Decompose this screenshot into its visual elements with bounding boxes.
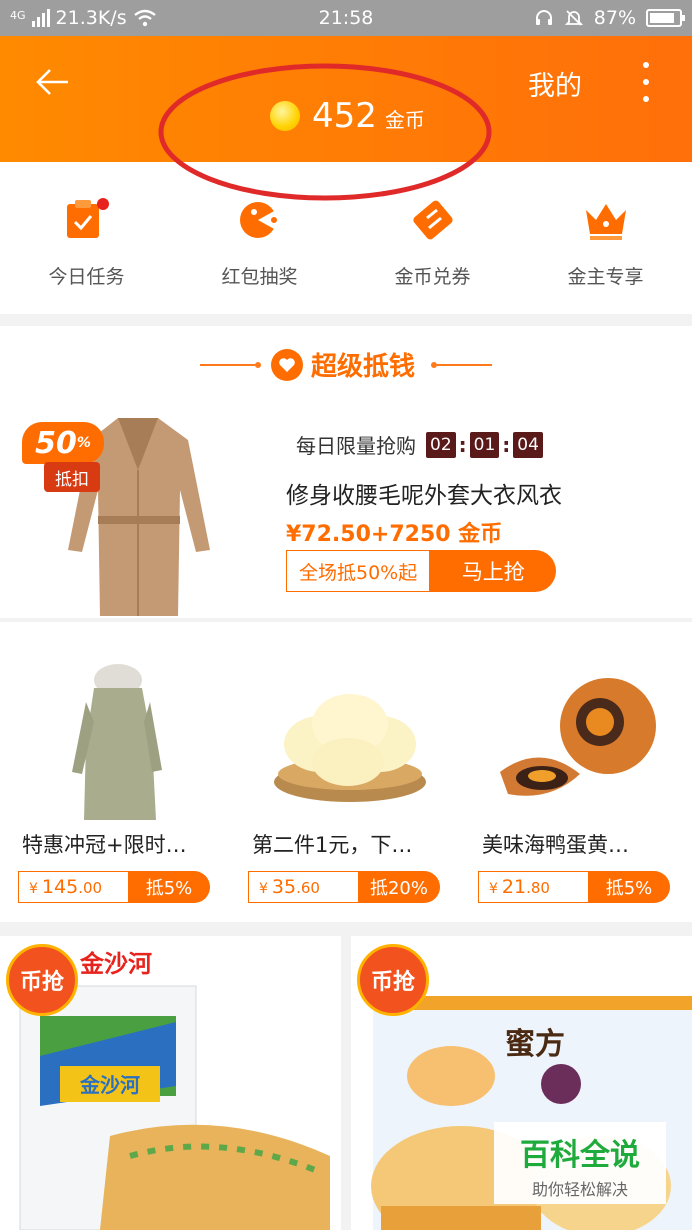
battery-icon [646, 9, 685, 27]
super-deal-header: 超级抵钱 [0, 346, 692, 383]
product-price-button[interactable]: ¥ 35 .60 抵20% [248, 871, 440, 903]
cake-brand-text: 蜜方 [505, 1027, 565, 1061]
action-red-packet-lottery[interactable]: 红包抽奖 [173, 162, 346, 314]
price-int: 145 [41, 876, 79, 898]
product-price-button[interactable]: ¥ 145 .00 抵5% [18, 871, 210, 903]
currency: ¥ [29, 881, 38, 897]
product-discount: 抵20% [358, 871, 440, 903]
status-bar: 4G 21.3K/s 21:58 87% [0, 0, 692, 36]
steamed-buns-image [274, 694, 426, 802]
flour-product-card[interactable]: 金沙河 金沙河 币抢 [0, 936, 341, 1230]
battery-fill [650, 13, 674, 23]
coin-grab-badge: 币抢 [6, 944, 78, 1016]
action-vip-exclusive[interactable]: 金主专享 [519, 162, 692, 314]
product-price: ¥ 21 .80 [478, 871, 588, 903]
buy-now-button[interactable]: 马上抢 [430, 550, 557, 592]
product-price-button[interactable]: ¥ 21 .80 抵5% [478, 871, 670, 903]
price-int: 35 [271, 876, 297, 898]
action-label: 今日任务 [48, 266, 125, 288]
product-card[interactable]: 特惠冲冠+限时… ¥ 145 .00 抵5% [0, 622, 230, 922]
currency: ¥ [489, 881, 498, 897]
decor-line [199, 363, 255, 366]
countdown-seconds: 04 [513, 431, 543, 458]
product-name: 第二件1元，下… [252, 833, 413, 857]
coin-balance: 452 金币 [270, 96, 425, 136]
product-name: 特惠冲冠+限时… [22, 833, 187, 857]
action-daily-task[interactable]: 今日任务 [0, 162, 173, 314]
coin-unit: 金币 [384, 108, 425, 132]
action-label: 金主专享 [567, 266, 644, 288]
price-dec: .00 [78, 879, 103, 897]
back-arrow-icon[interactable] [34, 66, 74, 98]
lottery-icon [239, 202, 277, 238]
product-row: 特惠冲冠+限时… ¥ 145 .00 抵5% 第二件1元，下… ¥ 35 .60… [0, 622, 692, 922]
watermark: 百科全说 助你轻松解决 [494, 1122, 666, 1204]
daily-label: 每日限量抢购 [296, 434, 416, 458]
product-price: ¥ 145 .00 [18, 871, 128, 903]
product-card[interactable]: 美味海鸭蛋黄… ¥ 21 .80 抵5% [460, 622, 690, 922]
action-label: 红包抽奖 [221, 266, 298, 288]
green-coat-image [72, 664, 162, 820]
countdown-hours: 02 [426, 431, 456, 458]
watermark-title: 百科全说 [520, 1138, 640, 1173]
deal-tag: 全场抵50%起 [286, 550, 431, 592]
more-menu-icon[interactable] [640, 62, 652, 102]
badge-percent-sign: % [76, 435, 91, 451]
countdown-colon: : [458, 432, 467, 457]
heart-icon [270, 348, 303, 381]
crown-icon [585, 204, 626, 240]
product-name: 美味海鸭蛋黄… [482, 833, 629, 857]
badge-percent: 50 [35, 425, 77, 461]
decor-line [437, 363, 492, 366]
action-coin-coupon[interactable]: 金币兑券 [346, 162, 519, 314]
currency: ¥ [259, 881, 268, 897]
mine-link[interactable]: 我的 [528, 64, 582, 103]
deal-price: ¥72.50+7250 金币 [286, 522, 503, 547]
deal-product-name[interactable]: 修身收腰毛呢外套大衣风衣 [286, 476, 562, 510]
product-discount: 抵5% [128, 871, 210, 903]
flour-brand-text: 金沙河 [79, 1073, 140, 1097]
coin-grab-badge: 币抢 [357, 944, 429, 1016]
price-dec: .60 [296, 879, 320, 897]
coupon-icon [412, 200, 453, 240]
badge-text: 抵扣 [44, 462, 100, 492]
quick-actions: 今日任务 红包抽奖 金币兑券 金主专享 [0, 162, 692, 314]
deal-actions: 全场抵50%起 马上抢 [286, 550, 557, 592]
countdown-minutes: 01 [469, 431, 500, 458]
watermark-subtitle: 助你轻松解决 [531, 1180, 628, 1199]
price-int: 21 [501, 876, 527, 898]
coin-icon [270, 101, 300, 131]
header: 我的 452 金币 [0, 36, 692, 162]
product-discount: 抵5% [588, 871, 670, 903]
page: 4G 21.3K/s 21:58 87% 我的 452 金币 今日任务 红包抽奖… [0, 0, 692, 1230]
decor-dot [254, 361, 261, 368]
daily-limited: 每日限量抢购 02 : 01 : 04 [296, 430, 543, 459]
action-label: 金币兑券 [394, 266, 471, 288]
product-card[interactable]: 第二件1元，下… ¥ 35 .60 抵20% [230, 622, 460, 922]
coin-amount: 452 [312, 96, 377, 136]
status-time: 21:58 [318, 7, 374, 29]
super-deal-title: 超级抵钱 [310, 352, 415, 382]
egg-yolk-pastry-image [500, 678, 656, 796]
product-price: ¥ 35 .60 [248, 871, 358, 903]
price-dec: .80 [526, 879, 550, 897]
super-deal-section: 超级抵钱 50 % 抵扣 每日限量抢购 02 : 01 : 04 修身收腰毛呢外… [0, 326, 692, 618]
card-brand-text: 金沙河 [79, 950, 152, 978]
discount-badge: 50 % 抵扣 [22, 422, 104, 502]
task-icon [66, 198, 109, 238]
countdown-colon: : [502, 432, 511, 457]
